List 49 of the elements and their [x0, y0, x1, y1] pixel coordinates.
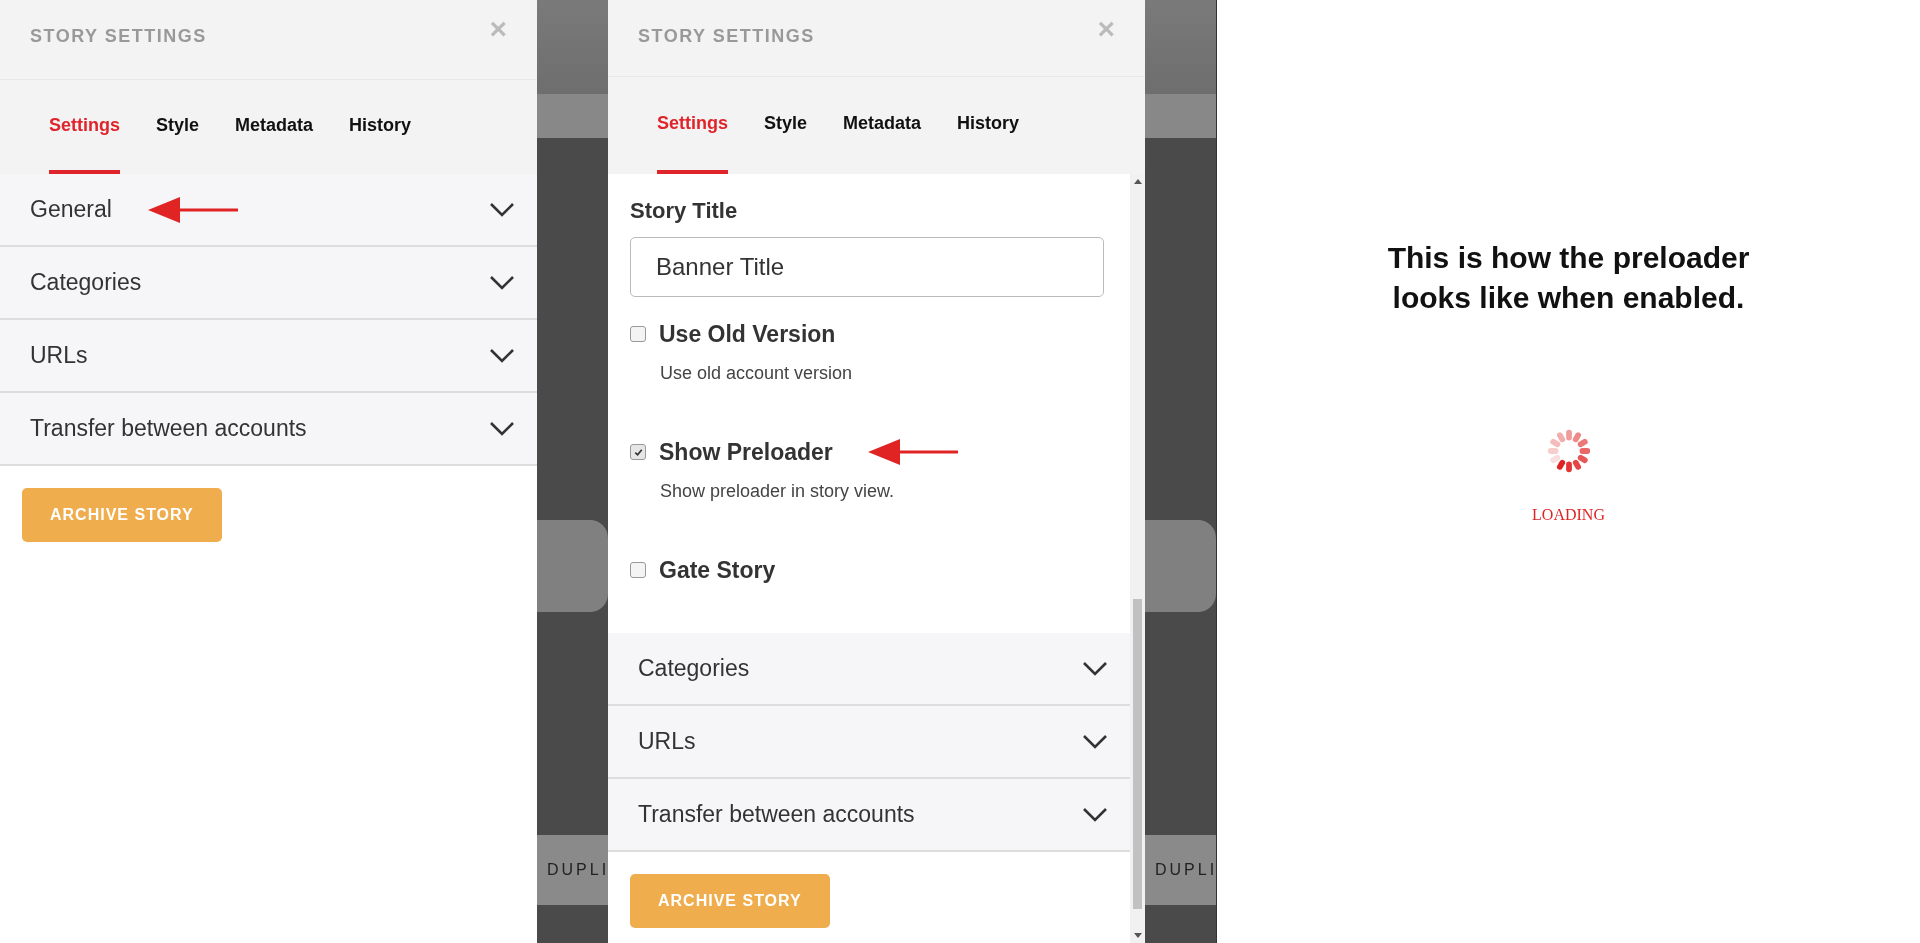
chevron-icon: [489, 420, 515, 437]
tab[interactable]: Style: [764, 77, 808, 174]
chevron-icon: [489, 347, 515, 364]
section-label: General: [30, 196, 112, 223]
option-description: Show preloader in story view.: [660, 481, 896, 502]
section-label: URLs: [638, 728, 696, 755]
tab[interactable]: History: [349, 80, 412, 174]
scroll-down-icon[interactable]: [1133, 933, 1142, 938]
option-label: Gate Story: [659, 556, 776, 584]
tab[interactable]: Settings: [657, 77, 728, 174]
checkbox[interactable]: [630, 444, 646, 460]
panel-title: STORY SETTINGS: [638, 26, 815, 47]
tab[interactable]: Metadata: [843, 77, 922, 174]
accordion-header[interactable]: General: [0, 174, 537, 247]
section-label: URLs: [30, 342, 88, 369]
accordion-header[interactable]: Categories: [0, 247, 537, 320]
chevron-icon: [1082, 733, 1108, 750]
section-label: Transfer between accounts: [30, 415, 307, 442]
accordion-header[interactable]: Transfer between accounts: [0, 393, 537, 466]
accordion-header[interactable]: Transfer between accounts: [608, 779, 1130, 852]
chevron-icon: [1082, 806, 1108, 823]
panel-title: STORY SETTINGS: [30, 26, 207, 47]
duplicate-button[interactable]: DUPLI: [537, 835, 608, 905]
chevron-icon: [489, 201, 515, 218]
scroll-thumb[interactable]: [1133, 599, 1142, 909]
section-label: Categories: [30, 269, 142, 296]
accordion-header[interactable]: Categories: [608, 633, 1130, 706]
tab[interactable]: Metadata: [235, 80, 314, 174]
section-label: Categories: [638, 655, 750, 682]
input-field[interactable]: Banner Title: [630, 237, 1104, 297]
chevron-icon: [1082, 660, 1108, 677]
accordion-header[interactable]: URLs: [0, 320, 537, 393]
field-label: Story Title: [630, 198, 739, 224]
checkbox[interactable]: [630, 326, 646, 342]
option-label: Show Preloader: [659, 438, 833, 466]
option-description: Use old account version: [660, 363, 854, 384]
loading-text: LOADING: [1532, 506, 1605, 524]
check-icon: [632, 446, 644, 458]
chevron-icon: [489, 274, 515, 291]
tab[interactable]: History: [957, 77, 1020, 174]
section-label: Transfer between accounts: [638, 801, 915, 828]
option-label: Use Old Version: [659, 320, 836, 348]
scrollbar[interactable]: [1130, 174, 1145, 943]
scroll-up-icon[interactable]: [1133, 179, 1142, 184]
preview-message: This is how the preloader looks like when enabled.: [1386, 240, 1751, 316]
tab[interactable]: Style: [156, 80, 200, 174]
duplicate-button[interactable]: DUPLI: [1145, 835, 1216, 905]
checkbox[interactable]: [630, 562, 646, 578]
accordion-header[interactable]: URLs: [608, 706, 1130, 779]
